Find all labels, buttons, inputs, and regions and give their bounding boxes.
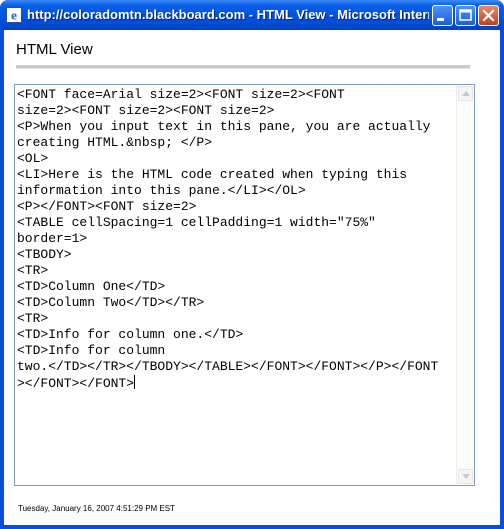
ie-icon: e: [6, 7, 22, 23]
scroll-down-arrow-icon: [462, 474, 470, 479]
scroll-up-arrow-icon: [462, 91, 470, 96]
scroll-up-button[interactable]: [458, 86, 473, 101]
code-line: <TR>: [17, 263, 49, 278]
heading-divider: [16, 65, 470, 69]
close-button[interactable]: [478, 5, 499, 26]
code-line: <TD>Info for column: [17, 343, 166, 358]
code-line: information into this pane.</LI></OL>: [17, 183, 306, 198]
code-line: ></FONT></FONT>: [17, 376, 135, 391]
maximize-button[interactable]: [455, 5, 476, 26]
code-line: <P></FONT><FONT size=2>: [17, 199, 197, 214]
minimize-button[interactable]: [432, 5, 453, 26]
browser-window: e http://coloradomtn.blackboard.com - HT…: [0, 0, 504, 529]
code-line: <TD>Info for column one.</TD>: [17, 327, 244, 342]
code-line: <TABLE cellSpacing=1 cellPadding=1 width…: [17, 215, 376, 230]
code-line: <LI>Here is the HTML code created when t…: [17, 167, 408, 182]
minimize-icon: [437, 18, 444, 21]
page-content: HTML View <FONT face=Arial size=2><FONT …: [4, 30, 500, 525]
code-line: <TD>Column Two</TD></TR>: [17, 295, 205, 310]
text-caret: [134, 375, 136, 389]
timestamp-text: Tuesday, January 16, 2007 4:51:29 PM EST: [18, 504, 175, 513]
code-line: <TBODY>: [17, 247, 72, 262]
vertical-scrollbar[interactable]: [456, 85, 474, 485]
code-line: <TR>: [17, 311, 49, 326]
code-line: size=2><FONT size=2><FONT size=2>: [17, 103, 275, 118]
title-bar[interactable]: e http://coloradomtn.blackboard.com - HT…: [0, 0, 504, 30]
maximize-icon: [459, 9, 472, 21]
code-line: creating HTML.&nbsp; </P>: [17, 135, 213, 150]
code-line: <TD>Column One</TD>: [17, 279, 166, 294]
code-line: <FONT face=Arial size=2><FONT size=2><FO…: [17, 87, 345, 102]
close-icon: [482, 9, 495, 22]
code-line: <P>When you input text in this pane, you…: [17, 119, 431, 134]
page-title: HTML View: [16, 41, 93, 58]
code-line: two.</TD></TR></TBODY></TABLE></FONT></F…: [17, 359, 439, 374]
window-title: http://coloradomtn.blackboard.com - HTML…: [27, 7, 429, 22]
scroll-down-button[interactable]: [458, 469, 473, 484]
code-line: <OL>: [17, 151, 49, 166]
html-source-textarea[interactable]: <FONT face=Arial size=2><FONT size=2><FO…: [14, 84, 475, 486]
html-source-text[interactable]: <FONT face=Arial size=2><FONT size=2><FO…: [17, 87, 457, 392]
svg-text:e: e: [11, 8, 17, 23]
code-line: border=1>: [17, 231, 88, 246]
